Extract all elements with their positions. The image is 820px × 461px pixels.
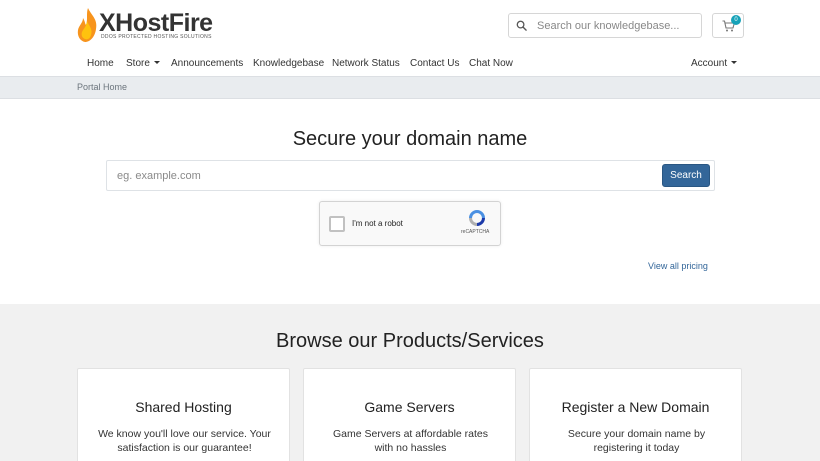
product-card-title: Game Servers: [364, 399, 455, 415]
knowledgebase-search-input[interactable]: [537, 17, 697, 34]
product-card-game-servers[interactable]: Game Servers Game Servers at affordable …: [303, 368, 516, 461]
product-card-shared-hosting[interactable]: Shared Hosting We know you'll love our s…: [77, 368, 290, 461]
nav-contact-us[interactable]: Contact Us: [410, 58, 459, 69]
nav-knowledgebase[interactable]: Knowledgebase: [253, 58, 324, 69]
cart-count-badge: 0: [731, 15, 741, 25]
nav-store[interactable]: Store: [126, 58, 160, 69]
brand-logo[interactable]: XHostFire DDOS PROTECTED HOSTING SOLUTIO…: [76, 7, 213, 45]
main-nav: Home Store Announcements Knowledgebase N…: [0, 52, 820, 76]
chevron-down-icon: [731, 61, 738, 64]
products-title: Browse our Products/Services: [276, 330, 544, 352]
breadcrumb: Portal Home: [0, 76, 820, 99]
product-card-title: Register a New Domain: [561, 399, 710, 415]
chevron-down-icon: [153, 61, 160, 64]
domain-title: Secure your domain name: [292, 128, 528, 150]
recaptcha-label: I'm not a robot: [352, 219, 403, 228]
knowledgebase-search[interactable]: [508, 13, 702, 38]
domain-search-button[interactable]: Search: [662, 164, 710, 187]
nav-store-label: Store: [126, 58, 150, 69]
flame-icon: [77, 8, 97, 42]
domain-input[interactable]: [117, 168, 647, 184]
nav-home[interactable]: Home: [87, 58, 114, 69]
product-card-desc: Game Servers at affordable rates with no…: [332, 428, 489, 454]
brand-tagline: DDOS PROTECTED HOSTING SOLUTIONS: [101, 34, 212, 40]
product-card-title: Shared Hosting: [135, 399, 232, 415]
search-icon: [516, 20, 527, 31]
recaptcha-widget: I'm not a robot reCAPTCHA: [319, 201, 501, 246]
product-card-desc: Secure your domain name by registering i…: [567, 428, 706, 454]
nav-chat-now[interactable]: Chat Now: [469, 58, 513, 69]
product-card-desc: We know you'll love our service. Your sa…: [98, 428, 271, 454]
nav-account-label: Account: [691, 58, 728, 69]
nav-announcements[interactable]: Announcements: [171, 58, 243, 69]
recaptcha-brand: reCAPTCHA: [461, 229, 490, 235]
recaptcha-logo-icon: [469, 210, 485, 226]
product-card-register-domain[interactable]: Register a New Domain Secure your domain…: [529, 368, 742, 461]
nav-network-status[interactable]: Network Status: [332, 58, 400, 69]
domain-search-box[interactable]: [106, 160, 715, 191]
view-all-pricing-link[interactable]: View all pricing: [648, 261, 708, 271]
recaptcha-checkbox[interactable]: [329, 216, 345, 232]
breadcrumb-portal-home[interactable]: Portal Home: [77, 82, 127, 92]
nav-account[interactable]: Account: [691, 58, 738, 69]
